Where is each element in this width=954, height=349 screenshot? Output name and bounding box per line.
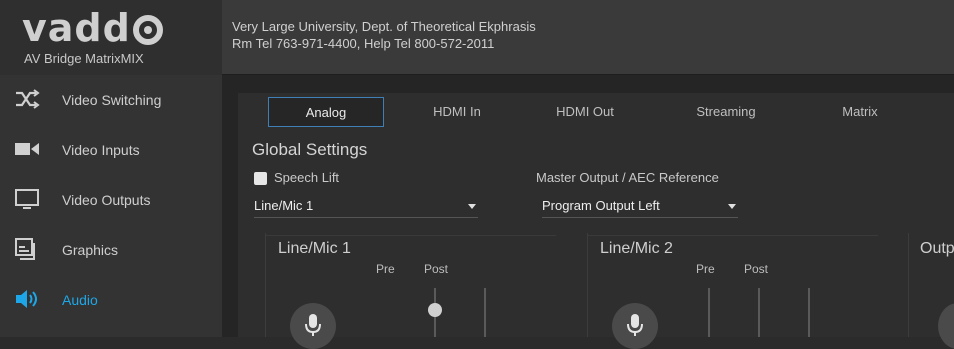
channel-top-rule bbox=[588, 235, 878, 236]
chevron-down-icon bbox=[468, 204, 476, 209]
vaddio-logo[interactable]: vadd bbox=[22, 8, 163, 48]
mic-button[interactable] bbox=[290, 303, 336, 349]
aec-reference-label: Master Output / AEC Reference bbox=[536, 170, 719, 185]
level-meter bbox=[484, 288, 486, 337]
global-settings-title: Global Settings bbox=[252, 140, 368, 159]
channel-top-rule bbox=[266, 235, 556, 236]
channel-title-output: Outp bbox=[920, 240, 954, 257]
sidebar-item-audio[interactable]: Audio bbox=[0, 275, 222, 325]
product-name: AV Bridge MatrixMIX bbox=[24, 51, 144, 66]
select-value: Line/Mic 1 bbox=[254, 198, 314, 213]
post-label: Post bbox=[744, 262, 769, 276]
pre-label: Pre bbox=[696, 262, 715, 276]
sidebar: Video Switching Video Inputs Video Outpu… bbox=[0, 75, 222, 337]
tab-hdmi-in[interactable]: HDMI In bbox=[412, 97, 502, 127]
sidebar-item-label: Video Outputs bbox=[62, 192, 151, 208]
sidebar-item-graphics[interactable]: Graphics bbox=[0, 225, 222, 275]
channel-divider bbox=[587, 233, 588, 337]
sidebar-item-label: Video Switching bbox=[62, 92, 162, 108]
sidebar-item-label: Audio bbox=[62, 292, 98, 308]
output-mute-button[interactable] bbox=[938, 303, 954, 349]
org-phones: Rm Tel 763-971-4400, Help Tel 800-572-20… bbox=[232, 36, 495, 51]
mic-button[interactable] bbox=[612, 303, 658, 349]
logo-text: vadd bbox=[22, 6, 131, 50]
sidebar-item-video-inputs[interactable]: Video Inputs bbox=[0, 125, 222, 175]
chevron-down-icon bbox=[728, 204, 736, 209]
channel-title-line-mic-2: Line/Mic 2 bbox=[600, 240, 673, 257]
speech-lift-label: Speech Lift bbox=[274, 170, 340, 185]
microphone-icon bbox=[627, 314, 643, 336]
speech-lift-source-select[interactable]: Line/Mic 1 bbox=[254, 195, 478, 218]
tab-streaming[interactable]: Streaming bbox=[676, 97, 776, 127]
app-header: vadd AV Bridge MatrixMIX Very Large Univ… bbox=[0, 0, 954, 75]
microphone-icon bbox=[305, 314, 321, 336]
sidebar-item-label: Graphics bbox=[62, 242, 119, 258]
organization-info: Very Large University, Dept. of Theoreti… bbox=[232, 18, 536, 52]
logo-o-mark bbox=[132, 15, 163, 45]
pre-level-meter bbox=[708, 288, 710, 337]
tab-matrix[interactable]: Matrix bbox=[820, 97, 900, 127]
channel-divider bbox=[908, 233, 909, 337]
aec-reference-select[interactable]: Program Output Left bbox=[542, 195, 738, 218]
main-content: Analog HDMI In HDMI Out Streaming Matrix… bbox=[222, 75, 954, 349]
video-camera-icon bbox=[15, 143, 39, 155]
level-meter bbox=[808, 288, 810, 337]
monitor-icon bbox=[15, 189, 39, 209]
tab-analog[interactable]: Analog bbox=[268, 97, 384, 127]
brand-area: vadd AV Bridge MatrixMIX bbox=[0, 0, 222, 75]
sidebar-item-label: Video Inputs bbox=[62, 142, 140, 158]
select-value: Program Output Left bbox=[542, 198, 660, 213]
channel-divider bbox=[265, 233, 266, 337]
pre-label: Pre bbox=[376, 262, 395, 276]
speech-lift-checkbox[interactable] bbox=[254, 172, 267, 185]
sidebar-item-video-switching[interactable]: Video Switching bbox=[0, 75, 222, 125]
speaker-icon bbox=[16, 290, 37, 308]
post-level-meter bbox=[758, 288, 760, 337]
sidebar-item-video-outputs[interactable]: Video Outputs bbox=[0, 175, 222, 225]
tab-hdmi-out[interactable]: HDMI Out bbox=[540, 97, 630, 127]
audio-tabs: Analog HDMI In HDMI Out Streaming Matrix bbox=[238, 93, 954, 129]
graphics-icon bbox=[15, 238, 35, 260]
post-fader-knob[interactable] bbox=[428, 303, 442, 317]
org-name: Very Large University, Dept. of Theoreti… bbox=[232, 19, 536, 34]
audio-panel: Analog HDMI In HDMI Out Streaming Matrix… bbox=[238, 93, 954, 349]
shuffle-icon bbox=[16, 89, 40, 109]
channel-title-line-mic-1: Line/Mic 1 bbox=[278, 240, 351, 257]
post-label: Post bbox=[424, 262, 449, 276]
